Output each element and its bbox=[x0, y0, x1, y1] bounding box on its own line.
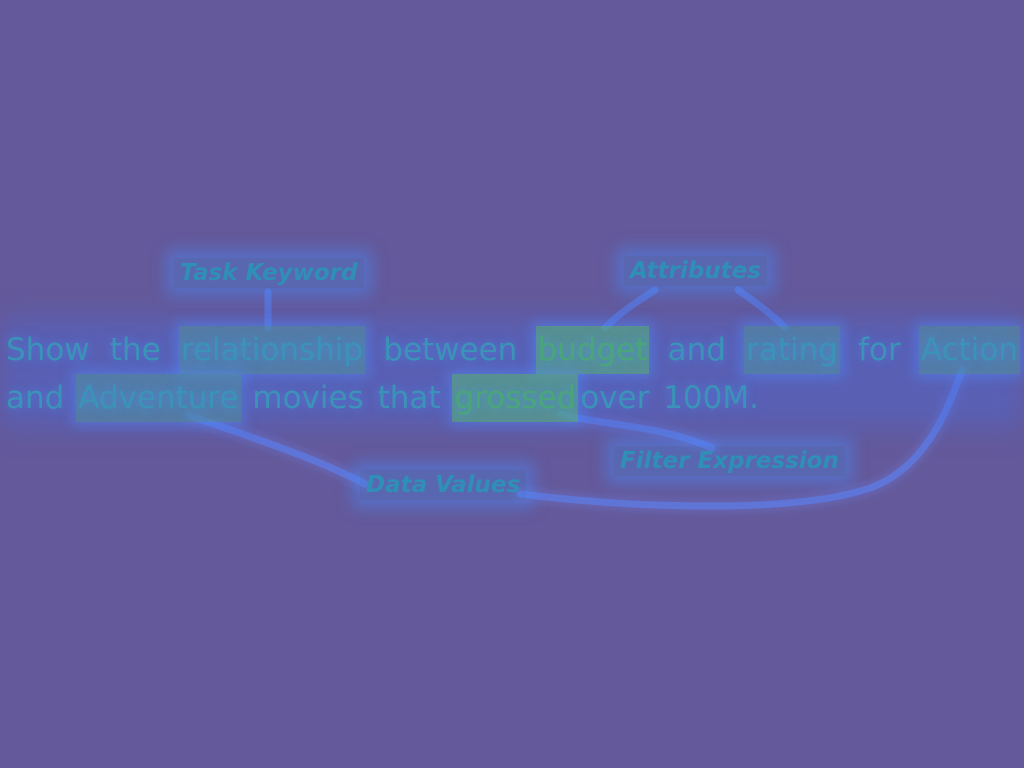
word-for: for bbox=[858, 332, 901, 368]
word-over: over bbox=[580, 380, 650, 416]
word-rating: rating bbox=[744, 326, 840, 374]
label-attributes: Attributes bbox=[624, 256, 767, 286]
word-the: the bbox=[109, 332, 161, 368]
label-task-keyword: Task Keyword bbox=[174, 258, 364, 288]
word-movies: movies bbox=[252, 380, 364, 416]
word-and-2: and bbox=[6, 380, 65, 416]
word-adventure: Adventure bbox=[76, 374, 241, 422]
word-show: Show bbox=[6, 332, 90, 368]
label-data-values: Data Values bbox=[360, 470, 527, 500]
word-budget: budget bbox=[535, 326, 650, 374]
word-grossed: grossed bbox=[452, 374, 579, 422]
word-100m: 100M bbox=[663, 380, 750, 416]
annotation-diagram: Task Keyword Attributes Filter Expressio… bbox=[0, 0, 1024, 768]
word-and: and bbox=[667, 332, 726, 368]
sentence-line-2: and Adventure movies that grossed over 10… bbox=[4, 374, 1020, 422]
word-that: that bbox=[377, 380, 441, 416]
word-between: between bbox=[383, 332, 518, 368]
sentence-line-1: Show the relationship between budget and… bbox=[4, 326, 1020, 374]
word-period: . bbox=[749, 380, 759, 416]
word-action: Action bbox=[918, 326, 1020, 374]
word-relationship: relationship bbox=[178, 326, 366, 374]
label-filter-expression: Filter Expression bbox=[614, 446, 845, 476]
